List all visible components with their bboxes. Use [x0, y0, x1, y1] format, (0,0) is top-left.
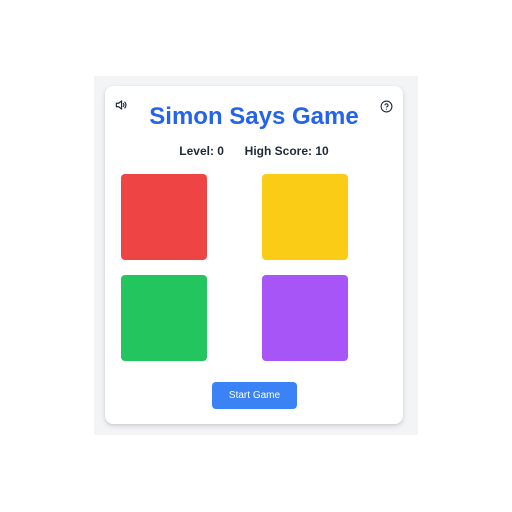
- yellow-pad[interactable]: [262, 174, 348, 260]
- level-label: Level:: [179, 144, 214, 158]
- game-background: Simon Says Game Level: 0 High Score: 10 …: [94, 76, 418, 435]
- purple-pad[interactable]: [262, 275, 348, 361]
- green-pad[interactable]: [121, 275, 207, 361]
- game-card: Simon Says Game Level: 0 High Score: 10 …: [105, 86, 403, 424]
- high-score-label: High Score:: [244, 144, 313, 158]
- game-title: Simon Says Game: [149, 103, 359, 130]
- red-pad[interactable]: [121, 174, 207, 260]
- start-game-button[interactable]: Start Game: [212, 382, 297, 409]
- score-bar: Level: 0 High Score: 10: [105, 143, 403, 159]
- level-value: 0: [217, 144, 224, 158]
- high-score-value: 10: [315, 144, 329, 158]
